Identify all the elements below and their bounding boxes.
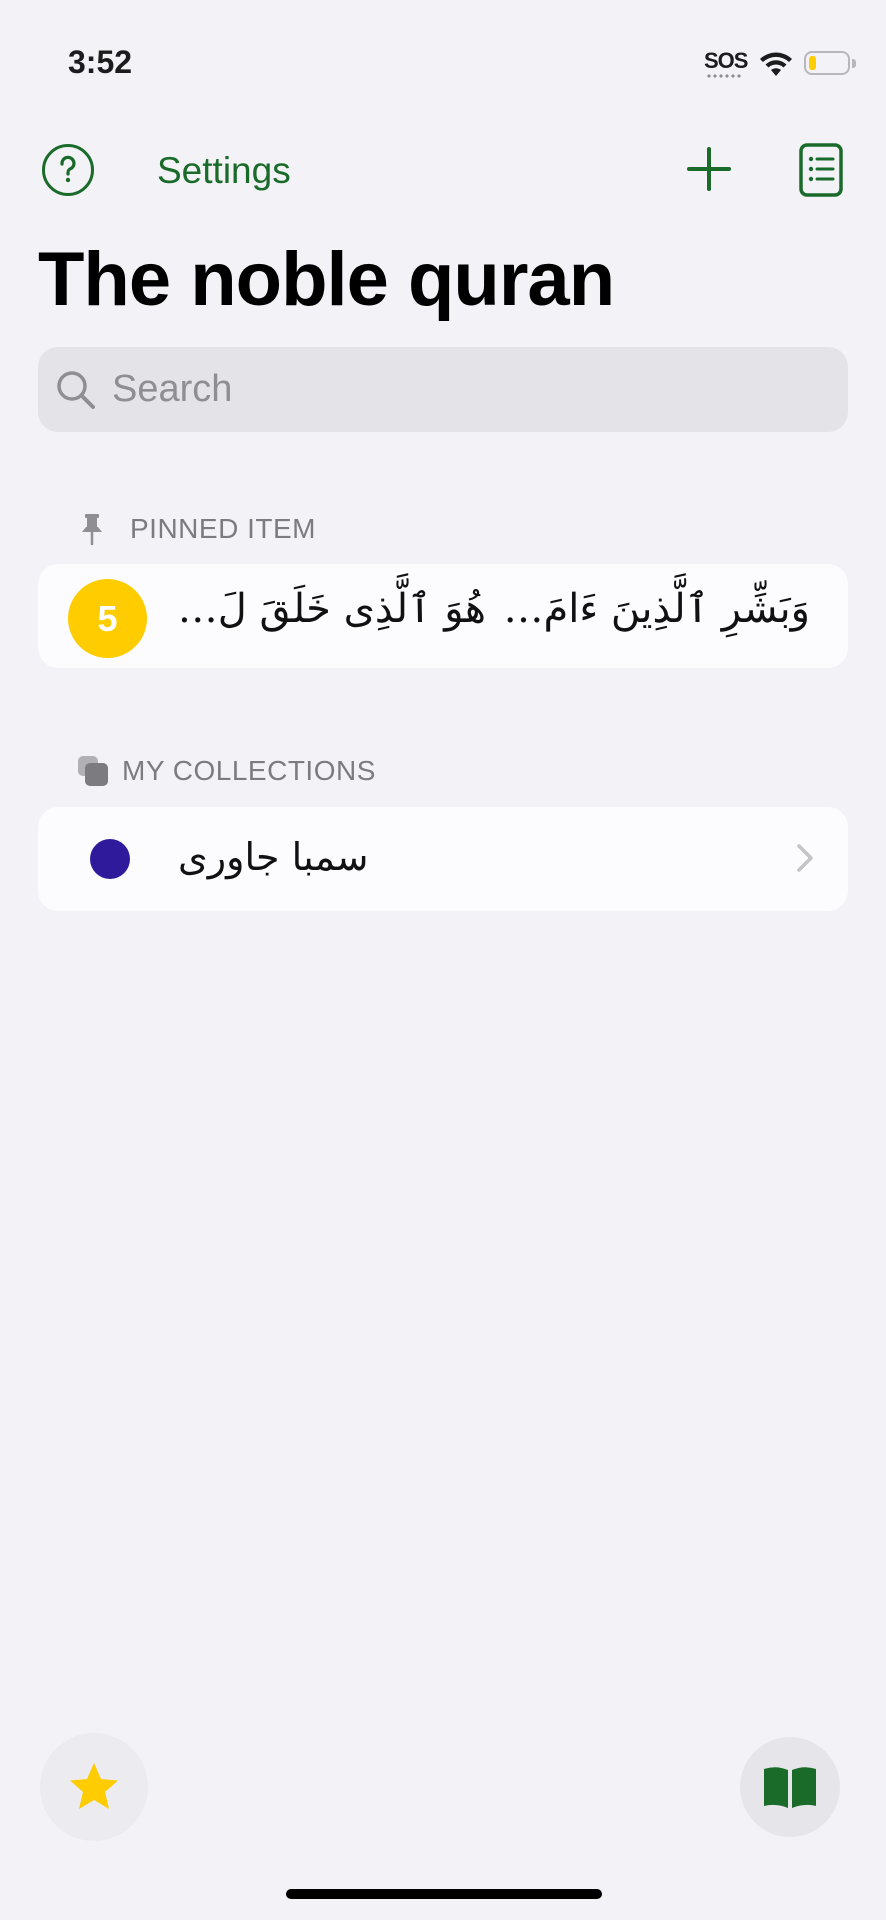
status-bar: 3:52 SOS — [0, 0, 886, 120]
pin-icon — [82, 514, 102, 546]
sos-indicator: SOS — [704, 48, 748, 73]
pinned-verse: هُوَ ٱلَّذِى خَلَقَ لَ… — [177, 586, 486, 632]
search-icon — [57, 370, 95, 409]
pinned-verse: وَبَشِّرِ ٱلَّذِينَ ءَامَ… — [503, 586, 810, 632]
search-bar[interactable] — [38, 347, 848, 432]
battery-icon — [804, 51, 850, 75]
collections-section-header: MY COLLECTIONS — [76, 754, 376, 788]
help-icon[interactable] — [42, 144, 94, 196]
pinned-item[interactable]: 5 هُوَ ٱلَّذِى خَلَقَ لَ… وَبَشِّرِ ٱلَّ… — [38, 564, 848, 668]
page-title: The noble quran — [38, 237, 615, 322]
pinned-section-label: PINNED ITEM — [130, 513, 316, 544]
wifi-icon — [760, 52, 792, 76]
battery-cap — [852, 59, 856, 68]
search-input[interactable] — [112, 368, 812, 411]
collection-name: سمبا جاوری — [178, 835, 369, 879]
plus-icon[interactable] — [686, 146, 732, 192]
battery-level — [809, 56, 816, 70]
chevron-right-icon — [797, 844, 813, 872]
status-time: 3:52 — [68, 44, 133, 80]
question-mark-icon — [60, 155, 76, 183]
open-book-icon — [764, 1767, 816, 1808]
read-button[interactable] — [740, 1737, 840, 1837]
favorites-button[interactable] — [40, 1733, 148, 1841]
pinned-section-header: PINNED ITEM — [76, 512, 316, 546]
signal-dots — [706, 74, 742, 78]
settings-button[interactable]: Settings — [157, 150, 291, 192]
star-icon — [70, 1763, 118, 1809]
collections-icon — [78, 756, 108, 786]
list-document-icon[interactable] — [798, 142, 844, 198]
collection-color-dot — [90, 839, 130, 879]
home-indicator — [286, 1889, 602, 1899]
collection-row[interactable]: سمبا جاوری — [38, 807, 848, 911]
pinned-badge: 5 — [68, 579, 147, 658]
collections-section-label: MY COLLECTIONS — [122, 755, 376, 786]
